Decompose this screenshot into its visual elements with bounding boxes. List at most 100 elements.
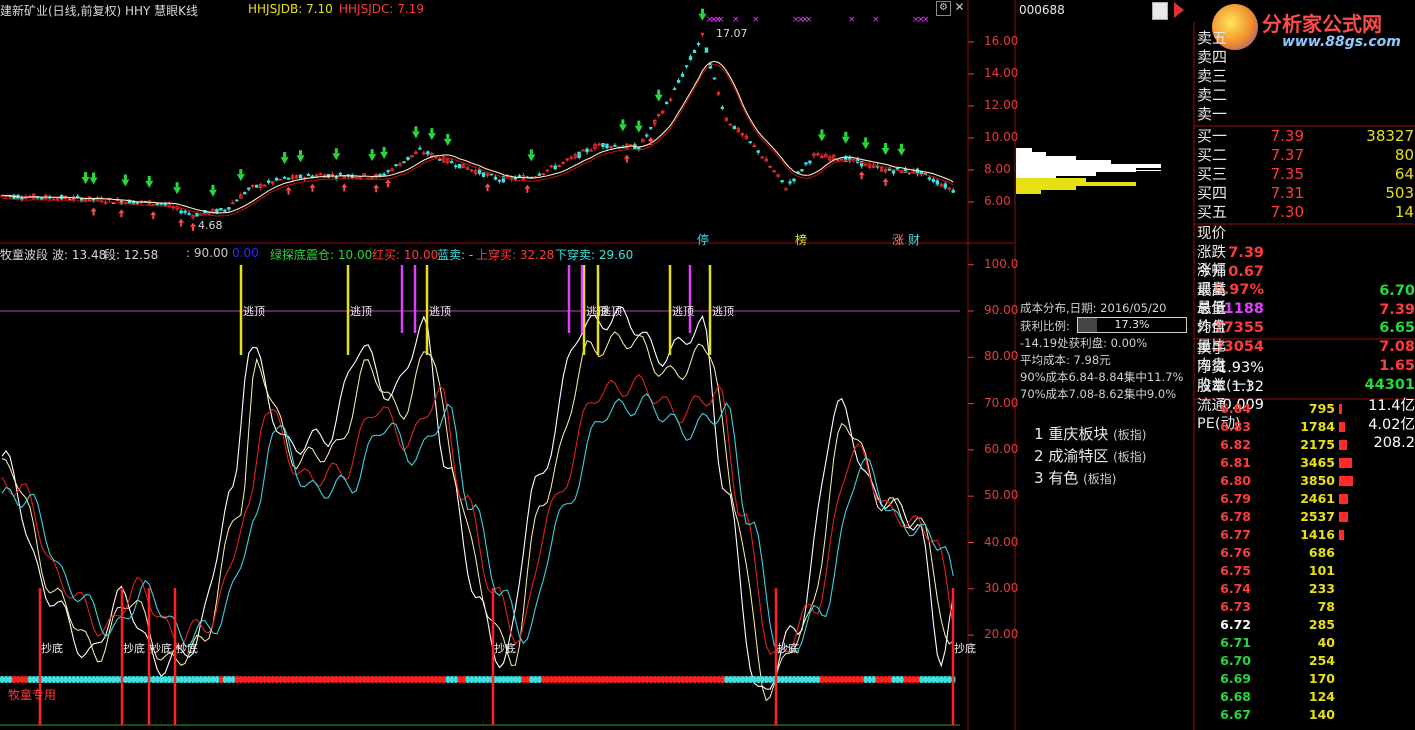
candle-body [450, 161, 454, 164]
trend-band-segment [413, 676, 419, 683]
trend-band-segment [931, 676, 936, 683]
chip-bar-white [1016, 164, 1161, 168]
buy-arrow-stem [844, 131, 848, 137]
level-volume: 233 [1308, 581, 1335, 596]
notes-icon[interactable] [1152, 2, 1168, 20]
trend-band-segment [191, 676, 196, 683]
price-level-row[interactable]: 6.78 2537 [1197, 508, 1415, 526]
buy-arrow-icon [332, 153, 341, 161]
level-volume-bar [1339, 530, 1344, 540]
level-volume: 140 [1308, 707, 1335, 722]
price-level-row[interactable]: 6.75 101 [1197, 562, 1415, 580]
price-level-row[interactable]: 6.73 78 [1197, 598, 1415, 616]
trend-band-segment [788, 676, 793, 683]
trend-band-segment [214, 676, 220, 683]
price-level-row[interactable]: 6.74 233 [1197, 580, 1415, 598]
trend-band-segment [390, 676, 395, 683]
sector-item[interactable]: 3 有色 (板指) [1034, 467, 1116, 488]
sell-arrow-stem [860, 175, 863, 180]
price-level-row[interactable]: 6.83 1784 [1197, 418, 1415, 436]
price-level-row[interactable]: 6.82 2175 [1197, 436, 1415, 454]
trend-band-segment [620, 676, 626, 683]
level-volume-bar [1339, 422, 1345, 432]
buy-label: 买四 [1197, 184, 1228, 202]
trend-band-segment [306, 676, 311, 683]
marker-zhang[interactable]: 涨 [892, 231, 904, 248]
trend-band-segment [604, 676, 610, 683]
price-level-row[interactable]: 6.67 140 [1197, 706, 1415, 724]
candle-body [406, 156, 410, 160]
trend-band-segment [326, 676, 331, 683]
buy-arrow-icon [173, 187, 182, 195]
price-level-row[interactable]: 6.68 124 [1197, 688, 1415, 706]
trend-band-segment [354, 676, 359, 683]
buy-label: 买三 [1197, 165, 1228, 183]
trend-band-segment [883, 676, 888, 683]
trend-band-segment [155, 676, 160, 683]
level-price: 6.73 [1220, 599, 1251, 614]
trend-band-segment [115, 676, 120, 683]
bottom-signal-label: 抄底 [494, 642, 516, 655]
candle-body [40, 197, 44, 200]
buy-arrow-icon [817, 134, 826, 142]
buy-volume: 38327 [1366, 127, 1414, 145]
trend-band-segment [83, 676, 88, 683]
marker-ting[interactable]: 停 [697, 231, 709, 248]
sell-arrow-stem [120, 213, 123, 218]
settings-gear-icon[interactable]: ⚙ [936, 1, 951, 16]
trend-band-segment [807, 676, 813, 683]
marker-cai[interactable]: 财 [908, 231, 920, 248]
bottom-signal-label: 抄底 [123, 642, 145, 655]
osc-tick-label: 30.00 [984, 580, 1019, 595]
buy-arrow-icon [89, 177, 98, 185]
close-icon[interactable]: ✕ [953, 1, 966, 14]
price-tick-label: 10.00 [984, 130, 1019, 144]
marker-bang[interactable]: 榜 [795, 231, 807, 248]
price-level-row[interactable]: 6.80 3850 [1197, 472, 1415, 490]
buy-arrow-stem [430, 128, 434, 134]
price-level-row[interactable]: 6.69 170 [1197, 670, 1415, 688]
sell-arrow-stem [884, 182, 887, 186]
profit-ratio-box: 17.3% [1077, 317, 1187, 333]
sector-item[interactable]: 1 重庆板块 (板指) [1034, 423, 1146, 444]
buy-row: 买二 7.37 80 [1197, 146, 1415, 165]
price-tick-label: 14.00 [984, 66, 1019, 80]
flag-icon[interactable] [1174, 2, 1184, 18]
price-level-row[interactable]: 6.70 254 [1197, 652, 1415, 670]
trend-band-segment [421, 676, 427, 683]
price-tick-label: 8.00 [984, 162, 1011, 176]
trend-band-segment [425, 676, 431, 683]
trend-band-segment [111, 676, 116, 683]
sector-name: 有色 [1048, 469, 1084, 487]
cost-date: 成本分布,日期: 2016/05/20 [1020, 301, 1167, 315]
buy-arrow-icon [368, 154, 377, 162]
candle-body [696, 43, 701, 45]
sector-item[interactable]: 2 成渝特区 (板指) [1034, 445, 1146, 466]
candle-body [684, 65, 689, 68]
candle-body [382, 173, 386, 176]
price-level-row[interactable]: 6.71 40 [1197, 634, 1415, 652]
trend-band-segment [756, 676, 761, 683]
sell-arrow-icon [882, 178, 889, 182]
level-volume: 285 [1308, 617, 1335, 632]
buy-arrow-stem [382, 146, 386, 152]
price-level-row[interactable]: 6.84 795 [1197, 400, 1415, 418]
candle-body [780, 180, 784, 183]
trend-band-segment [143, 676, 148, 683]
trend-band-segment [417, 676, 423, 683]
candle-body [927, 177, 932, 180]
trend-band-segment [358, 676, 363, 683]
level-price: 6.70 [1220, 653, 1251, 668]
trend-band-segment [278, 676, 283, 683]
trend-band-segment [799, 676, 805, 683]
price-level-row[interactable]: 6.81 3465 [1197, 454, 1415, 472]
price-level-row[interactable]: 6.77 1416 [1197, 526, 1415, 544]
buy-volume: 14 [1394, 203, 1414, 221]
price-level-row[interactable]: 6.72 285 [1197, 616, 1415, 634]
candle-body [477, 169, 482, 174]
sell-arrow-stem [311, 187, 314, 192]
price-level-row[interactable]: 6.79 2461 [1197, 490, 1415, 508]
price-level-row[interactable]: 6.76 686 [1197, 544, 1415, 562]
trend-band-segment [370, 676, 375, 683]
stat2-label: 换手 [1197, 341, 1226, 357]
